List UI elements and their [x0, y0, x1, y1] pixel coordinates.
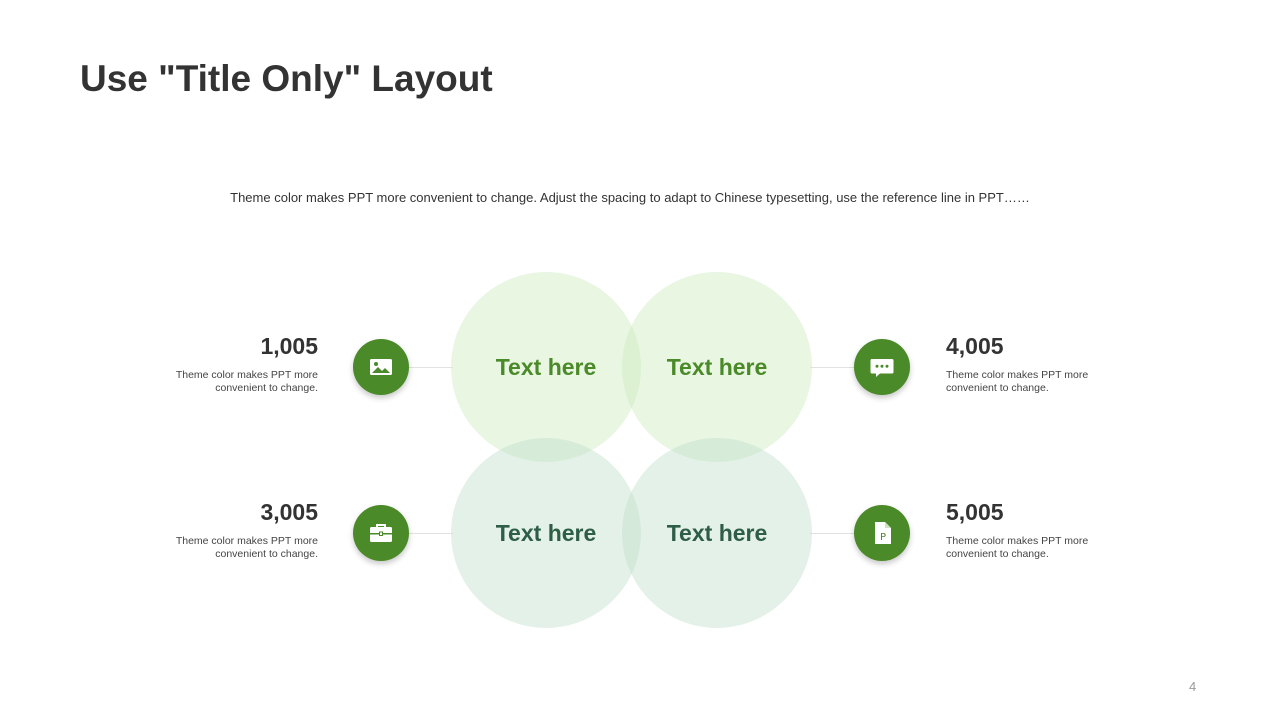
stat-block-1005: 1,005 Theme color makes PPT more conveni…	[118, 333, 318, 395]
connector-line-bottom-left	[409, 533, 453, 534]
stat-description: Theme color makes PPT more convenient to…	[175, 369, 318, 394]
stat-value: 1,005	[260, 333, 318, 359]
stat-block-3005: 3,005 Theme color makes PPT more conveni…	[118, 499, 318, 561]
circle-label: Text here	[495, 353, 597, 380]
circle-bottom-right: Text here	[622, 438, 812, 628]
circle-label: Text here	[666, 353, 768, 380]
briefcase-icon	[353, 505, 409, 561]
circle-top-left: Text here	[451, 272, 641, 462]
circle-bottom-left: Text here	[451, 438, 641, 628]
image-icon	[353, 339, 409, 395]
svg-text:P: P	[880, 532, 886, 543]
connector-line-top-left	[409, 367, 453, 368]
document-p-icon: P	[854, 505, 910, 561]
circle-top-right: Text here	[622, 272, 812, 462]
stat-description: Theme color makes PPT more convenient to…	[946, 369, 1089, 394]
chat-icon	[854, 339, 910, 395]
stat-block-5005: 5,005 Theme color makes PPT more conveni…	[946, 499, 1146, 561]
circle-label: Text here	[666, 519, 768, 546]
slide-subtitle: Theme color makes PPT more convenient to…	[230, 190, 1030, 205]
stat-value: 4,005	[946, 333, 1004, 359]
connector-line-top-right	[810, 367, 856, 368]
stat-description: Theme color makes PPT more convenient to…	[175, 535, 318, 560]
circle-label: Text here	[495, 519, 597, 546]
slide-title: Use "Title Only" Layout	[80, 58, 493, 99]
stat-value: 5,005	[946, 499, 1004, 525]
connector-line-bottom-right	[810, 533, 856, 534]
stat-block-4005: 4,005 Theme color makes PPT more conveni…	[946, 333, 1146, 395]
page-number: 4	[1189, 679, 1197, 694]
stat-description: Theme color makes PPT more convenient to…	[946, 535, 1089, 560]
stat-value: 3,005	[260, 499, 318, 525]
